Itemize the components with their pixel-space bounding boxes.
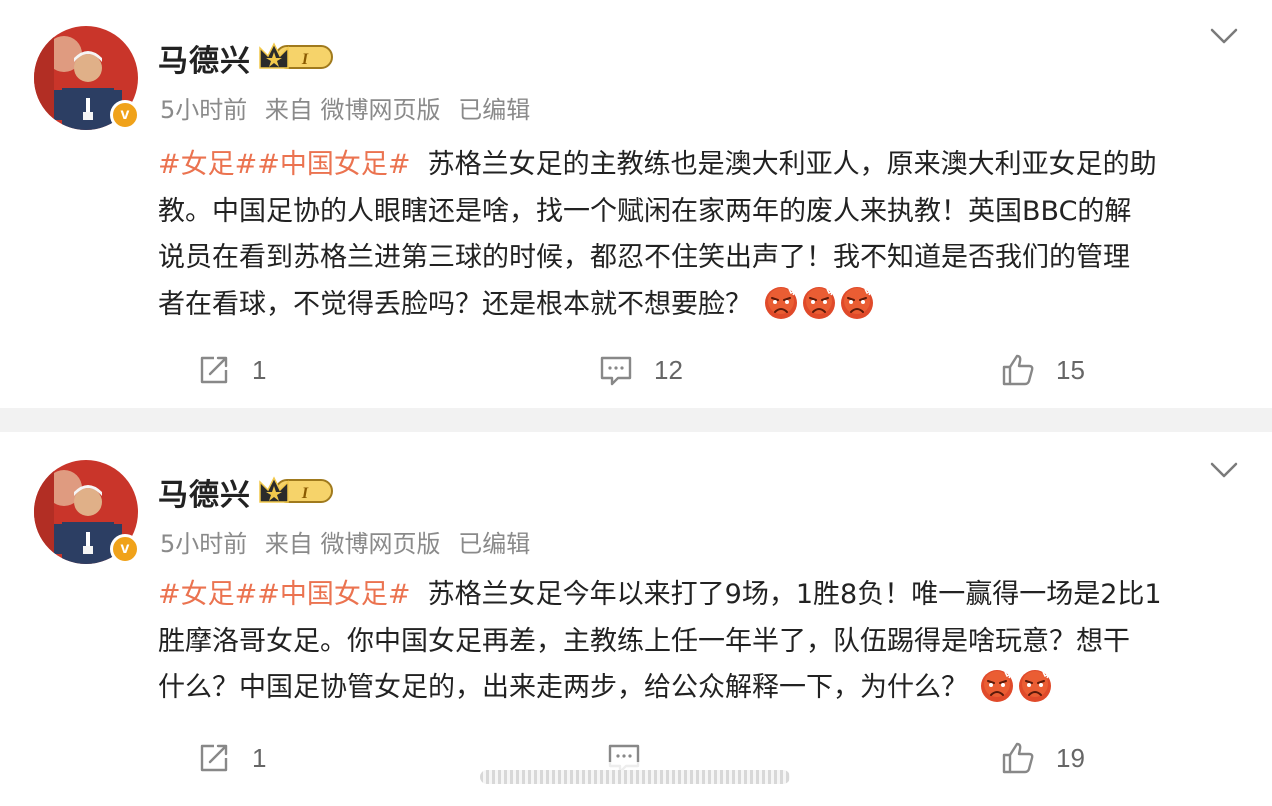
avatar[interactable]: v	[34, 460, 140, 564]
angry-emoji-icon	[802, 286, 835, 319]
text-line: 说员在看到苏格兰进第三球的时候，都忍不住笑出声了！我不知道是否我们的管理	[158, 242, 1130, 273]
topic-link[interactable]: #中国女足#	[257, 149, 410, 180]
repost-count: 1	[252, 354, 267, 385]
svg-text:I: I	[301, 51, 309, 68]
post-time[interactable]: 5小时前	[160, 96, 247, 124]
repost-button[interactable]: 1	[196, 350, 266, 390]
post-card: v 马德兴 I 5小时前 来自 微博网页版 已编辑 #女足##中国女足# 苏格兰…	[0, 432, 1272, 806]
text-line: #女足##中国女足# 苏格兰女足的主教练也是澳大利亚人，原来澳大利亚女足的助	[158, 142, 1248, 189]
post-source: 来自 微博网页版	[264, 530, 441, 558]
text-line: #女足##中国女足# 苏格兰女足今年以来打了9场，1胜8负！唯一赢得一场是2比1	[158, 572, 1248, 619]
post-text: #女足##中国女足# 苏格兰女足的主教练也是澳大利亚人，原来澳大利亚女足的助 教…	[158, 142, 1248, 328]
action-bar: 1 12 15	[0, 350, 1272, 390]
like-count: 15	[1056, 354, 1085, 385]
post-time[interactable]: 5小时前	[160, 530, 247, 558]
svg-text:I: I	[301, 485, 309, 502]
edited-label[interactable]: 已编辑	[458, 530, 530, 558]
text-line: 者在看球，不觉得丢脸吗？还是根本就不想要脸？	[158, 282, 1248, 329]
comment-count: 12	[654, 354, 683, 385]
post-meta: 5小时前 来自 微博网页版 已编辑	[160, 90, 540, 125]
watermark-overlay	[460, 762, 812, 792]
text-segment: 什么？中国足协管女足的，出来走两步，给公众解释一下，为什么？	[158, 672, 968, 703]
text-line: 胜摩洛哥女足。你中国女足再差，主教练上任一年半了，队伍踢得是啥玩意？想干	[158, 625, 1130, 657]
comment-icon	[600, 356, 632, 386]
author-name[interactable]: 马德兴	[158, 36, 251, 80]
text-segment: 者在看球，不觉得丢脸吗？还是根本就不想要脸？	[158, 288, 752, 320]
repost-icon	[200, 356, 228, 384]
avatar[interactable]: v	[34, 26, 140, 130]
author-name[interactable]: 马德兴	[158, 470, 251, 514]
repost-count: 1	[252, 742, 267, 773]
text-line: 什么？中国足协管女足的，出来走两步，给公众解释一下，为什么？	[158, 665, 1248, 712]
angry-emoji-icon	[764, 286, 797, 319]
repost-icon	[200, 744, 228, 772]
vip-crown-icon[interactable]: I	[258, 474, 334, 506]
chevron-down-icon[interactable]	[1208, 458, 1240, 482]
thumbs-up-icon	[1002, 354, 1034, 386]
text-segment: 苏格兰女足的主教练也是澳大利亚人，原来澳大利亚女足的助	[427, 149, 1157, 180]
verified-badge: v	[110, 534, 140, 564]
post-source: 来自 微博网页版	[264, 96, 441, 124]
post-card: v 马德兴 I 5小时前 来自 微博网页版 已编辑 #女足##中国女足# 苏格兰…	[0, 0, 1272, 408]
angry-emoji-icon	[1018, 670, 1051, 702]
angry-emoji-icon	[980, 670, 1013, 702]
topic-link[interactable]: #中国女足#	[257, 579, 410, 610]
comment-button[interactable]: 12	[598, 350, 683, 390]
verified-badge: v	[110, 100, 140, 130]
angry-emoji-icon	[840, 286, 873, 319]
like-button[interactable]: 19	[1000, 738, 1085, 778]
text-segment: 苏格兰女足今年以来打了9场，1胜8负！唯一赢得一场是2比1	[427, 579, 1162, 610]
watermark-bar	[480, 770, 790, 784]
thumbs-up-icon	[1002, 742, 1034, 774]
text-line: 教。中国足协的人眼瞎还是啥，找一个赋闲在家两年的废人来执教！英国BBC的解	[158, 195, 1132, 227]
like-button[interactable]: 15	[1000, 350, 1085, 390]
topic-link[interactable]: #女足#	[158, 579, 257, 610]
post-meta: 5小时前 来自 微博网页版 已编辑	[160, 524, 540, 559]
repost-button[interactable]: 1	[196, 738, 266, 778]
chevron-down-icon[interactable]	[1208, 24, 1240, 48]
edited-label[interactable]: 已编辑	[458, 96, 530, 124]
topic-link[interactable]: #女足#	[158, 149, 257, 180]
like-count: 19	[1056, 742, 1085, 773]
post-text: #女足##中国女足# 苏格兰女足今年以来打了9场，1胜8负！唯一赢得一场是2比1…	[158, 572, 1248, 712]
vip-crown-icon[interactable]: I	[258, 40, 334, 72]
